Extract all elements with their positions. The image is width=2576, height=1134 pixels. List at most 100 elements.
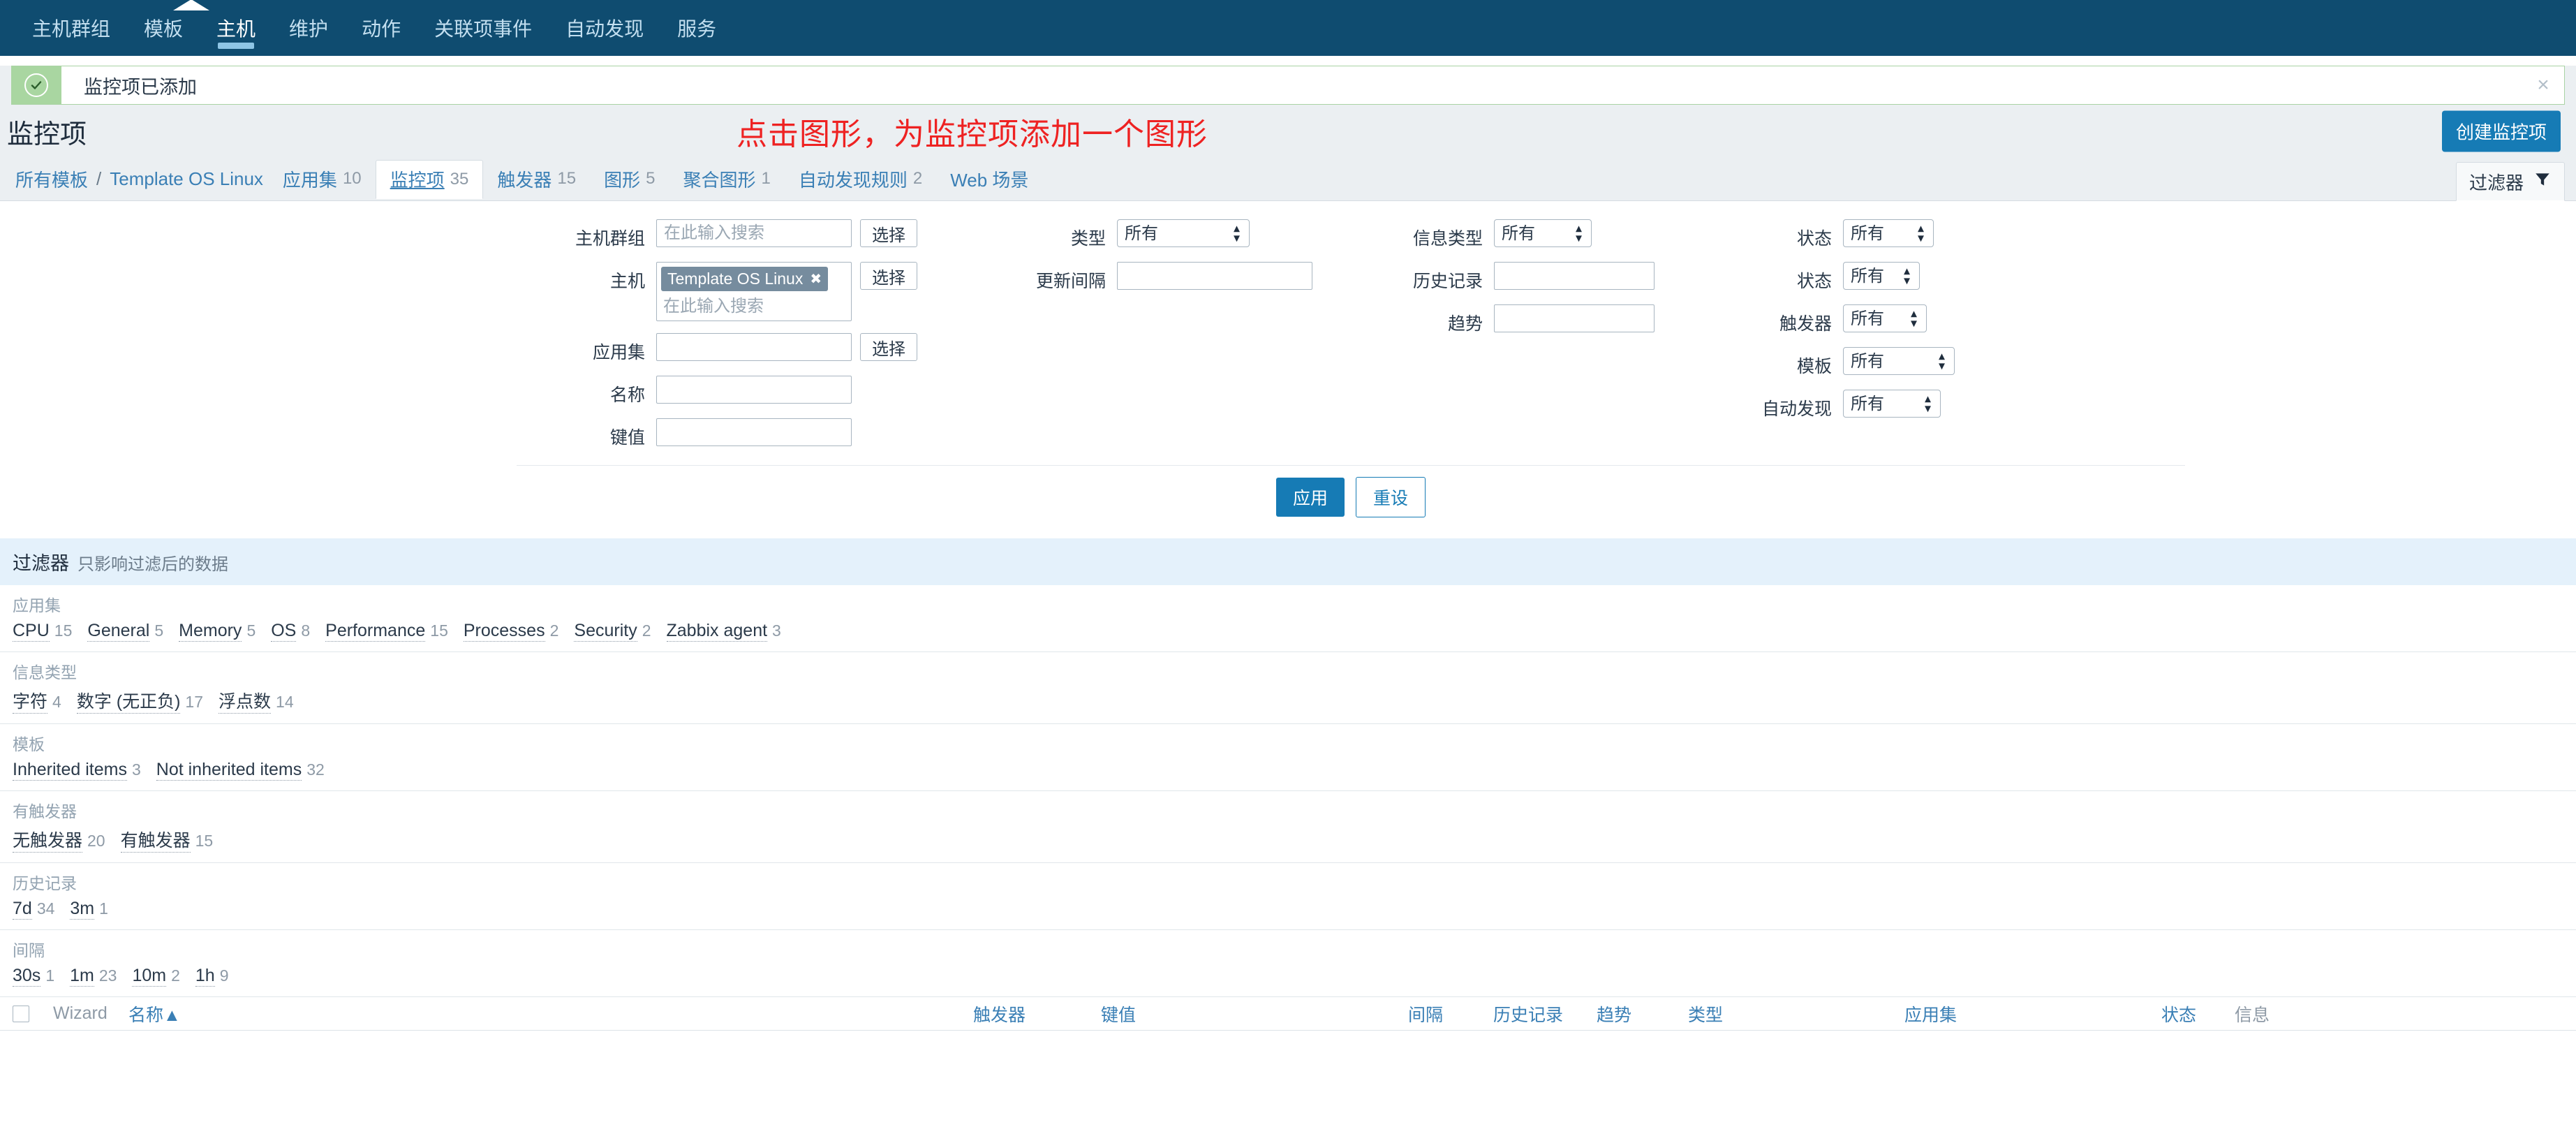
- nav-item-templates[interactable]: 模板: [127, 0, 200, 56]
- select-all-checkbox[interactable]: [13, 1005, 29, 1022]
- host-groups-input[interactable]: [656, 219, 852, 247]
- type-select[interactable]: 所有: [1117, 219, 1250, 247]
- hosts-search-input[interactable]: [661, 295, 847, 318]
- subfilter-link[interactable]: 10m 2: [132, 966, 180, 987]
- nav-item-discovery[interactable]: 自动发现: [549, 0, 660, 56]
- field-discovery: 自动发现 所有: [1703, 390, 2066, 420]
- subfilter-section-title: 有触发器: [13, 802, 77, 820]
- nav-item-host-groups[interactable]: 主机群组: [15, 0, 127, 56]
- applications-input[interactable]: [656, 333, 852, 361]
- hosts-multiselect[interactable]: Template OS Linux ✖: [656, 262, 852, 321]
- column-header-history[interactable]: 历史记录: [1493, 1001, 1597, 1026]
- breadcrumb-all-templates[interactable]: 所有模板: [10, 157, 94, 200]
- subfilter-link[interactable]: 无触发器 20: [13, 827, 105, 853]
- tab-screens[interactable]: 聚合图形 1: [669, 157, 784, 200]
- nav-item-services[interactable]: 服务: [660, 0, 733, 56]
- subfilter-section-history: 历史记录 7d 34 3m 1: [0, 863, 2576, 930]
- column-header-status[interactable]: 状态: [2161, 1001, 2235, 1026]
- status-select[interactable]: 所有: [1843, 219, 1934, 247]
- subfilter-link[interactable]: 1h 9: [195, 966, 228, 987]
- subfilter-link-count: 1: [45, 966, 55, 985]
- subfilter-link[interactable]: Processes 2: [463, 621, 559, 642]
- name-input[interactable]: [656, 376, 852, 404]
- close-icon[interactable]: ×: [2522, 66, 2564, 104]
- subfilter-link-count: 8: [301, 621, 311, 640]
- subfilter-link-count: 2: [549, 621, 559, 640]
- nav-item-event-correlation[interactable]: 关联项事件: [417, 0, 549, 56]
- breadcrumb-template-name[interactable]: Template OS Linux: [104, 157, 269, 200]
- tab-applications[interactable]: 应用集 10: [269, 157, 376, 200]
- subfilter-link[interactable]: 字符 4: [13, 688, 61, 714]
- field-applications: 应用集 选择: [517, 333, 1005, 364]
- subfilter-link[interactable]: General 5: [87, 621, 163, 642]
- state-select[interactable]: 所有: [1843, 262, 1920, 290]
- subfilter-link[interactable]: OS 8: [271, 621, 310, 642]
- subfilter-link[interactable]: 数字 (无正负) 17: [76, 688, 204, 714]
- column-header-key[interactable]: 键值: [1101, 1001, 1408, 1026]
- trends-input[interactable]: [1494, 304, 1655, 332]
- column-header-name[interactable]: 名称▲: [128, 1001, 973, 1026]
- status-select-wrapper: 所有: [1843, 219, 1934, 247]
- update-interval-input[interactable]: [1117, 262, 1312, 290]
- subfilter-link[interactable]: 3m 1: [70, 899, 108, 920]
- subfilter-links: CPU 15 General 5 Memory 5 OS 8 Performance 15…: [13, 621, 2563, 642]
- key-input[interactable]: [656, 418, 852, 446]
- subfilter-link[interactable]: Security 2: [574, 621, 651, 642]
- value-type-select[interactable]: 所有: [1494, 219, 1592, 247]
- tab-items[interactable]: 监控项 35: [375, 159, 484, 199]
- subfilter-link-label: 1m: [70, 966, 94, 987]
- create-item-button[interactable]: 创建监控项: [2441, 110, 2561, 152]
- subfilter-link[interactable]: 7d 34: [13, 899, 54, 920]
- column-header-applications[interactable]: 应用集: [1904, 1001, 2161, 1026]
- subfilter-link[interactable]: Not inherited items 32: [156, 760, 325, 781]
- reset-button[interactable]: 重设: [1356, 477, 1426, 517]
- sort-ascending-icon: ▲: [163, 1005, 181, 1025]
- page-body: 监控项已添加 × 监控项 点击图形，为监控项添加一个图形 创建监控项 所有模板 …: [0, 66, 2576, 1031]
- subfilter-link[interactable]: Inherited items 3: [13, 760, 141, 781]
- tab-graphs[interactable]: 图形 5: [590, 157, 669, 200]
- host-chip: Template OS Linux ✖: [661, 267, 829, 291]
- nav-item-hosts[interactable]: 主机: [200, 0, 272, 56]
- field-label: 名称: [609, 385, 645, 405]
- subfilter-link[interactable]: 30s 1: [13, 966, 54, 987]
- triggers-select[interactable]: 所有: [1843, 304, 1927, 332]
- tab-web-scenarios[interactable]: Web 场景: [936, 157, 1048, 200]
- apply-button[interactable]: 应用: [1275, 478, 1345, 517]
- hosts-select-button[interactable]: 选择: [860, 262, 917, 290]
- filter-toggle-label: 过滤器: [2468, 172, 2524, 193]
- column-header-triggers[interactable]: 触发器: [973, 1001, 1101, 1026]
- discovery-select[interactable]: 所有: [1843, 390, 1941, 418]
- column-header-trends[interactable]: 趋势: [1597, 1001, 1688, 1026]
- subfilter-link[interactable]: Memory 5: [179, 621, 256, 642]
- subfilter-link[interactable]: Performance 15: [325, 621, 448, 642]
- subfilter-link-label: 7d: [13, 899, 32, 920]
- field-host-groups: 主机群组 选择: [517, 219, 1005, 250]
- template-select[interactable]: 所有: [1843, 347, 1955, 375]
- tab-triggers[interactable]: 触发器 15: [483, 157, 590, 200]
- subfilter-link-count: 4: [52, 693, 61, 711]
- subfilter-link[interactable]: 有触发器 15: [120, 827, 213, 853]
- subfilter-link[interactable]: Zabbix agent 3: [666, 621, 781, 642]
- field-label: 自动发现: [1761, 399, 1832, 419]
- nav-item-actions[interactable]: 动作: [345, 0, 417, 56]
- subfilter-link[interactable]: CPU 15: [13, 621, 72, 642]
- tab-count: 10: [342, 169, 362, 188]
- host-chip-remove-icon[interactable]: ✖: [810, 270, 822, 288]
- tab-discovery-rules[interactable]: 自动发现规则 2: [785, 157, 936, 200]
- subfilter-link-count: 17: [185, 693, 204, 711]
- host-groups-select-button[interactable]: 选择: [860, 219, 917, 247]
- subfilter-link[interactable]: 浮点数 14: [219, 688, 294, 714]
- subfilter-links: 7d 34 3m 1: [13, 899, 2563, 920]
- filter-toggle-tab[interactable]: 过滤器: [2455, 162, 2565, 201]
- history-input[interactable]: [1494, 262, 1655, 290]
- subfilter-link-label: CPU: [13, 621, 50, 642]
- subfilter-link-count: 32: [306, 760, 325, 779]
- column-header-interval[interactable]: 间隔: [1408, 1001, 1493, 1026]
- column-header-type[interactable]: 类型: [1688, 1001, 1904, 1026]
- nav-item-maintenance[interactable]: 维护: [272, 0, 345, 56]
- subfilter-link[interactable]: 1m 23: [70, 966, 117, 987]
- applications-select-button[interactable]: 选择: [860, 333, 917, 361]
- subfilter-section-title: 信息类型: [13, 663, 77, 682]
- top-navigation-bar: 主机群组 模板 主机 维护 动作 关联项事件 自动发现 服务: [0, 0, 2576, 56]
- discovery-select-wrapper: 所有: [1843, 390, 1941, 418]
